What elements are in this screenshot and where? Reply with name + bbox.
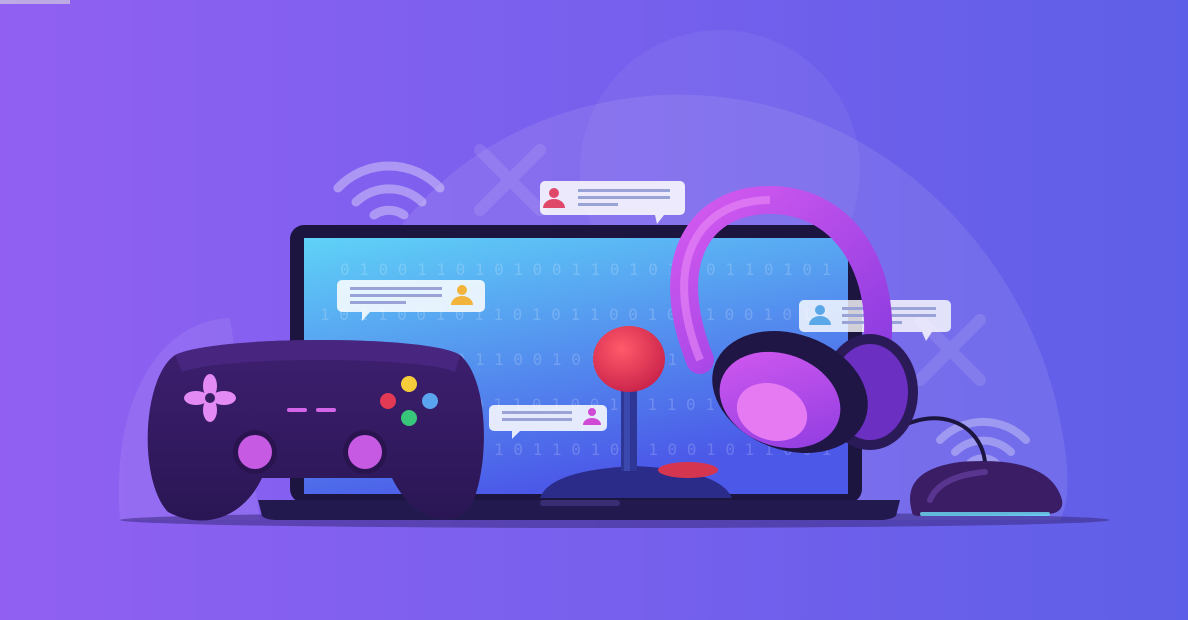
top-edge-strip <box>0 0 70 4</box>
illustration-canvas: 0 1 0 0 1 1 0 1 0 1 0 0 1 1 0 1 0 1 0 0 … <box>0 0 1188 620</box>
user-avatar-icon <box>457 285 467 295</box>
user-avatar-icon <box>588 408 596 416</box>
button-green <box>401 410 417 426</box>
button-red <box>380 393 396 409</box>
gaming-illustration: 0 1 0 0 1 1 0 1 0 1 0 0 1 1 0 1 0 1 0 0 … <box>0 0 1188 620</box>
user-avatar-icon <box>815 305 825 315</box>
svg-text:0 1 0 0 1 1 0 1 0 1 0 0 1 1 0: 0 1 0 0 1 1 0 1 0 1 0 0 1 1 0 1 0 1 0 0 … <box>340 260 831 279</box>
button-yellow <box>401 376 417 392</box>
user-avatar-icon <box>549 188 559 198</box>
button-blue <box>422 393 438 409</box>
